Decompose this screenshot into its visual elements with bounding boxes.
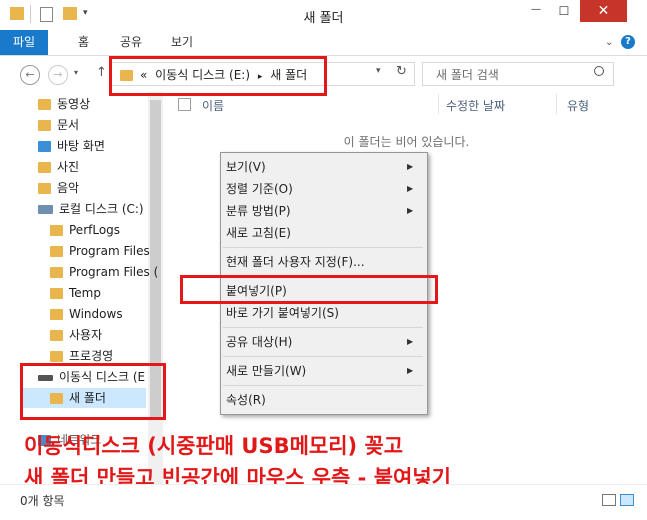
folder-icon <box>50 309 63 320</box>
nav-item-program-files-x86[interactable]: Program Files ( <box>50 262 158 282</box>
submenu-arrow-icon: ▶ <box>407 162 414 171</box>
column-divider[interactable] <box>556 94 557 114</box>
menu-item-refresh[interactable]: 새로 고침(E) <box>226 223 416 243</box>
annotation-caption-line-1: 이동식디스크 (시중판매 USB메모리) 꽂고 <box>24 434 404 458</box>
close-button[interactable]: ✕ <box>580 0 627 22</box>
video-folder-icon <box>38 99 51 110</box>
nav-item-desktop[interactable]: 바탕 화면 <box>38 136 105 156</box>
nav-item-users[interactable]: 사용자 <box>50 325 102 345</box>
annotation-box-new-folder <box>20 363 166 420</box>
pictures-folder-icon <box>38 162 51 173</box>
help-icon[interactable]: ? <box>621 35 635 49</box>
expand-ribbon-icon[interactable]: ⌄ <box>605 37 613 48</box>
column-type[interactable]: 유형 <box>567 97 589 114</box>
nav-item-perflogs[interactable]: PerfLogs <box>50 220 120 240</box>
nav-item-program-files[interactable]: Program Files <box>50 241 150 261</box>
folder-icon <box>50 351 63 362</box>
tab-view[interactable]: 보기 <box>171 30 193 55</box>
nav-item-temp[interactable]: Temp <box>50 283 101 303</box>
menu-item-customize-folder[interactable]: 현재 폴더 사용자 지정(F)... <box>226 252 416 272</box>
large-icons-view-icon[interactable] <box>620 494 634 506</box>
menu-item-sort-by[interactable]: 정렬 기준(O) <box>226 179 416 199</box>
column-divider[interactable] <box>438 94 439 114</box>
nav-item-documents[interactable]: 문서 <box>38 115 79 135</box>
folder-icon <box>50 267 63 278</box>
annotation-box-address <box>109 56 327 96</box>
details-view-icon[interactable] <box>602 494 616 506</box>
forward-button[interactable]: → <box>48 65 68 85</box>
search-icon[interactable] <box>594 66 604 76</box>
menu-item-properties[interactable]: 속성(R) <box>226 390 416 410</box>
select-all-checkbox[interactable] <box>178 98 191 111</box>
item-count: 0개 항목 <box>20 494 65 508</box>
desktop-folder-icon <box>38 141 51 152</box>
folder-icon <box>50 225 63 236</box>
recent-locations-icon[interactable]: ▾ <box>74 68 78 77</box>
music-folder-icon <box>38 183 51 194</box>
empty-folder-message: 이 폴더는 비어 있습니다. <box>343 135 470 149</box>
local-disk-icon <box>38 205 53 214</box>
maximize-button[interactable]: ☐ <box>550 0 578 22</box>
submenu-arrow-icon: ▶ <box>407 337 414 346</box>
menu-item-paste-shortcut[interactable]: 바로 가기 붙여넣기(S) <box>226 303 416 323</box>
folder-icon <box>50 288 63 299</box>
submenu-arrow-icon: ▶ <box>407 206 414 215</box>
submenu-arrow-icon: ▶ <box>407 184 414 193</box>
menu-separator <box>223 247 423 248</box>
menu-item-share-with[interactable]: 공유 대상(H) <box>226 332 416 352</box>
menu-item-group-by[interactable]: 분류 방법(P) <box>226 201 416 221</box>
nav-item-pictures[interactable]: 사진 <box>38 157 79 177</box>
status-bar <box>0 484 647 520</box>
column-name[interactable]: 이름 <box>202 97 224 114</box>
nav-item-videos[interactable]: 동영상 <box>38 94 90 114</box>
search-input[interactable]: 새 폴더 검색 <box>436 66 499 83</box>
refresh-button[interactable]: ↻ <box>396 64 407 79</box>
menu-item-view[interactable]: 보기(V) <box>226 157 416 177</box>
folder-icon <box>50 246 63 257</box>
menu-item-new[interactable]: 새로 만들기(W) <box>226 361 416 381</box>
menu-separator <box>223 356 423 357</box>
documents-folder-icon <box>38 120 51 131</box>
nav-item-local-disk-c[interactable]: 로컬 디스크 (C:) <box>38 199 144 219</box>
tab-home[interactable]: 홈 <box>78 30 89 55</box>
up-button[interactable]: ↑ <box>96 65 107 80</box>
column-modified[interactable]: 수정한 날짜 <box>446 97 505 114</box>
minimize-button[interactable]: — <box>522 0 550 22</box>
menu-separator <box>223 385 423 386</box>
ribbon <box>0 30 647 56</box>
menu-separator <box>223 327 423 328</box>
nav-item-music[interactable]: 음악 <box>38 178 79 198</box>
submenu-arrow-icon: ▶ <box>407 366 414 375</box>
address-history-icon[interactable]: ▾ <box>376 66 381 76</box>
folder-icon <box>50 330 63 341</box>
annotation-box-paste <box>180 275 438 304</box>
tab-file[interactable]: 파일 <box>0 30 48 55</box>
tab-share[interactable]: 공유 <box>120 30 142 55</box>
back-button[interactable]: ← <box>20 65 40 85</box>
nav-item-windows[interactable]: Windows <box>50 304 123 324</box>
